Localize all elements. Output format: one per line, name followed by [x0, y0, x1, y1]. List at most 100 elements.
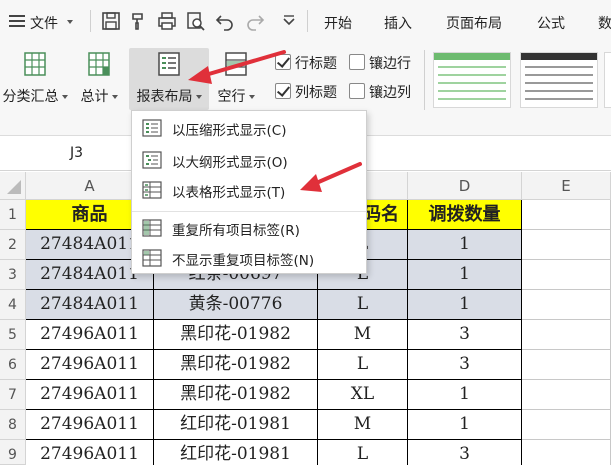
tab-formulas[interactable]: 公式 [537, 13, 565, 33]
menu-item-no-repeat-labels[interactable]: 不显示重复项目标签(N) [132, 243, 366, 273]
cell-b4[interactable]: 黄条-00776 [154, 290, 318, 320]
cell-d1[interactable]: 调拨数量 [408, 200, 522, 230]
cell-b5[interactable]: 黑印花-01982 [154, 320, 318, 350]
column-header-d[interactable]: D [408, 172, 522, 200]
customize-toolbar-chevron-icon[interactable] [278, 10, 300, 32]
print-icon[interactable] [156, 10, 178, 32]
menu-item-label: 以表格形式显示(T) [172, 185, 286, 201]
cell-a5[interactable]: 27496A011 [26, 320, 154, 350]
divider [90, 10, 91, 32]
undo-icon[interactable] [214, 10, 236, 32]
row-header[interactable]: 8 [0, 410, 26, 440]
row-header[interactable]: 6 [0, 350, 26, 380]
cell-c9[interactable]: L [318, 440, 408, 465]
cell-d6[interactable]: 3 [408, 350, 522, 380]
cell-a9[interactable]: 27496A011 [26, 440, 154, 465]
pivot-style-gray[interactable] [520, 52, 598, 108]
cell-d5[interactable]: 3 [408, 320, 522, 350]
divider [307, 10, 308, 32]
cell-a6[interactable]: 27496A011 [26, 350, 154, 380]
row-header[interactable]: 2 [0, 230, 26, 260]
tab-page-layout[interactable]: 页面布局 [446, 13, 502, 33]
cell-e5[interactable] [522, 320, 611, 350]
row-headers-label: 行标题 [295, 56, 337, 72]
cell-a7[interactable]: 27496A011 [26, 380, 154, 410]
format-painter-icon[interactable] [128, 10, 150, 32]
cell-a8[interactable]: 27496A011 [26, 410, 154, 440]
cell-b6[interactable]: 黑印花-01982 [154, 350, 318, 380]
name-box[interactable]: J3 [70, 145, 83, 161]
checkbox-box[interactable] [275, 83, 291, 99]
repeat-labels-icon [142, 219, 162, 237]
menu-item-label: 重复所有项目标签(R) [172, 223, 300, 239]
menu-item-label: 以压缩形式显示(C) [172, 123, 287, 139]
chevron-down-icon [111, 95, 118, 99]
menu-bar: 文件 开始 插入 页面布局 公式 数 [0, 0, 611, 44]
report-layout-menu: 以压缩形式显示(C) 以大纲形式显示(O) 以表格形式显示(T) 重复所有项目标… [131, 110, 367, 274]
chevron-down-icon [61, 95, 68, 99]
row-header[interactable]: 4 [0, 290, 26, 320]
checkbox-box[interactable] [349, 54, 365, 70]
cell-d7[interactable]: 1 [408, 380, 522, 410]
row-header[interactable]: 9 [0, 440, 26, 465]
cell-d4[interactable]: 1 [408, 290, 522, 320]
grand-totals-button[interactable]: 总计 [74, 48, 124, 110]
subtotals-button[interactable]: 分类汇总 [0, 48, 70, 110]
report-layout-icon [158, 52, 180, 76]
cell-e8[interactable] [522, 410, 611, 440]
hamburger-icon[interactable] [6, 10, 28, 32]
tabular-form-icon [142, 181, 162, 199]
redo-icon[interactable] [244, 10, 266, 32]
checkbox-box[interactable] [275, 54, 291, 70]
tab-data[interactable]: 数 [598, 13, 611, 33]
row-header[interactable]: 7 [0, 380, 26, 410]
grand-totals-label: 总计 [80, 89, 109, 105]
blank-rows-button[interactable]: 空行 [212, 48, 260, 110]
print-preview-icon[interactable] [184, 10, 206, 32]
cell-d3[interactable]: 1 [408, 260, 522, 290]
cell-e3[interactable] [522, 260, 611, 290]
menu-divider [132, 211, 366, 212]
cell-c6[interactable]: L [318, 350, 408, 380]
tab-insert[interactable]: 插入 [384, 13, 412, 33]
blank-rows-label: 空行 [217, 89, 246, 105]
cell-c5[interactable]: M [318, 320, 408, 350]
menu-item-compact-form[interactable]: 以压缩形式显示(C) [132, 113, 366, 143]
cell-e7[interactable] [522, 380, 611, 410]
select-all-corner[interactable] [0, 172, 26, 200]
banded-rows-label: 镶边行 [369, 56, 411, 72]
report-layout-button[interactable]: 报表布局 [129, 48, 209, 110]
cell-e1[interactable] [522, 200, 611, 230]
cell-e9[interactable] [522, 440, 611, 465]
subtotals-label: 分类汇总 [2, 89, 59, 105]
cell-c7[interactable]: XL [318, 380, 408, 410]
checkbox-box[interactable] [349, 83, 365, 99]
tab-home[interactable]: 开始 [324, 13, 352, 33]
row-header[interactable]: 5 [0, 320, 26, 350]
cell-c8[interactable]: M [318, 410, 408, 440]
row-header[interactable]: 1 [0, 200, 26, 230]
no-repeat-labels-icon [142, 249, 162, 267]
column-header-e[interactable]: E [522, 172, 611, 200]
menu-item-repeat-labels[interactable]: 重复所有项目标签(R) [132, 213, 366, 243]
cell-e4[interactable] [522, 290, 611, 320]
cell-b9[interactable]: 红印花-01981 [154, 440, 318, 465]
file-menu[interactable]: 文件 [30, 13, 58, 33]
cell-e6[interactable] [522, 350, 611, 380]
cell-d2[interactable]: 1 [408, 230, 522, 260]
cell-b8[interactable]: 红印花-01981 [154, 410, 318, 440]
file-menu-chevron-icon[interactable] [67, 20, 73, 24]
pivot-style-green[interactable] [433, 52, 511, 108]
row-header[interactable]: 3 [0, 260, 26, 290]
cell-b7[interactable]: 黑印花-01982 [154, 380, 318, 410]
cell-c4[interactable]: L [318, 290, 408, 320]
cell-a4[interactable]: 27484A011 [26, 290, 154, 320]
pivot-style-more[interactable] [604, 52, 611, 108]
cell-d8[interactable]: 1 [408, 410, 522, 440]
menu-item-tabular-form[interactable]: 以表格形式显示(T) [132, 175, 366, 205]
cell-e2[interactable] [522, 230, 611, 260]
cell-d9[interactable]: 3 [408, 440, 522, 465]
menu-item-outline-form[interactable]: 以大纲形式显示(O) [132, 145, 366, 175]
save-icon[interactable] [100, 10, 122, 32]
outline-form-icon [142, 151, 162, 169]
